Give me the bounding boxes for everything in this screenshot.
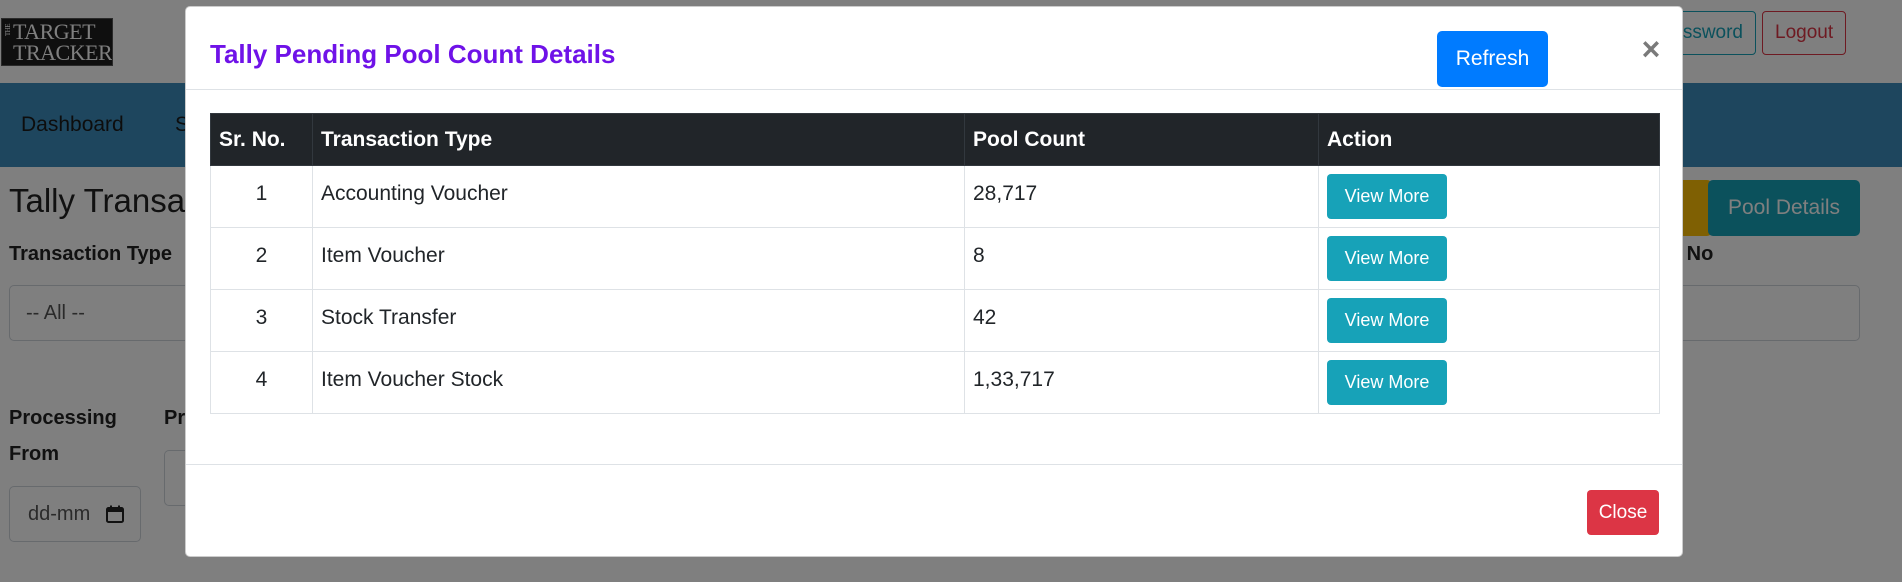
pool-count-cell: 42: [964, 289, 1319, 352]
table-row: 3 Stock Transfer 42 View More: [210, 289, 1660, 352]
view-more-button[interactable]: View More: [1327, 360, 1447, 405]
modal-title: Tally Pending Pool Count Details: [210, 39, 616, 69]
close-button[interactable]: Close: [1587, 490, 1659, 535]
close-icon[interactable]: ×: [1636, 33, 1666, 65]
pool-count-value: 42: [973, 306, 997, 329]
transaction-type-cell: Item Voucher: [312, 227, 965, 290]
transaction-type-value: Item Voucher: [321, 244, 445, 267]
table-row: 1 Accounting Voucher 28,717 View More: [210, 165, 1660, 228]
column-header-transaction-type: Transaction Type: [312, 113, 965, 166]
table-row: 4 Item Voucher Stock 1,33,717 View More: [210, 351, 1660, 414]
transaction-type-value: Accounting Voucher: [321, 182, 508, 205]
sr-no-cell: 2: [210, 227, 313, 290]
table-row: 2 Item Voucher 8 View More: [210, 227, 1660, 290]
pool-count-cell: 28,717: [964, 165, 1319, 228]
column-header-action: Action: [1318, 113, 1660, 166]
table-header-row: Sr. No. Transaction Type Pool Count Acti…: [210, 113, 1660, 166]
view-more-button[interactable]: View More: [1327, 236, 1447, 281]
view-more-button[interactable]: View More: [1327, 298, 1447, 343]
view-more-button[interactable]: View More: [1327, 174, 1447, 219]
sr-no-value: 4: [255, 368, 268, 391]
pool-count-cell: 8: [964, 227, 1319, 290]
sr-no-cell: 1: [210, 165, 313, 228]
pool-count-value: 1,33,717: [973, 368, 1055, 391]
pool-count-value: 8: [973, 244, 985, 267]
sr-no-cell: 3: [210, 289, 313, 352]
sr-no-value: 2: [255, 244, 268, 267]
modal-footer: Close: [186, 464, 1682, 557]
transaction-type-cell: Stock Transfer: [312, 289, 965, 352]
sr-no-value: 3: [255, 306, 268, 329]
pool-count-cell: 1,33,717: [964, 351, 1319, 414]
refresh-button[interactable]: Refresh: [1437, 31, 1548, 87]
sr-no-value: 1: [255, 182, 268, 205]
action-cell: View More: [1318, 289, 1660, 352]
column-header-pool-count: Pool Count: [964, 113, 1319, 166]
action-cell: View More: [1318, 351, 1660, 414]
action-cell: View More: [1318, 227, 1660, 290]
transaction-type-cell: Accounting Voucher: [312, 165, 965, 228]
column-header-sr-no: Sr. No.: [210, 113, 313, 166]
pool-count-table: Sr. No. Transaction Type Pool Count Acti…: [210, 113, 1660, 414]
transaction-type-value: Item Voucher Stock: [321, 368, 504, 391]
modal-header: Tally Pending Pool Count Details Refresh…: [186, 7, 1682, 90]
pool-count-value: 28,717: [973, 182, 1038, 205]
action-cell: View More: [1318, 165, 1660, 228]
sr-no-cell: 4: [210, 351, 313, 414]
transaction-type-cell: Item Voucher Stock: [312, 351, 965, 414]
transaction-type-value: Stock Transfer: [321, 306, 457, 329]
pool-count-modal: Tally Pending Pool Count Details Refresh…: [185, 6, 1683, 557]
